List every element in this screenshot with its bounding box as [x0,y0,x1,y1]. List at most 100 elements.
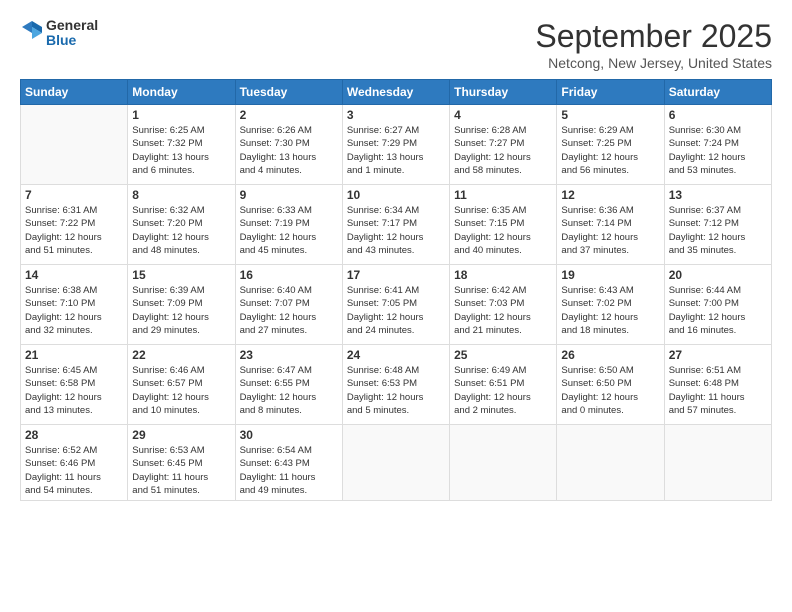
day-info: Sunrise: 6:46 AMSunset: 6:57 PMDaylight:… [132,364,230,417]
day-number: 13 [669,188,767,202]
calendar-cell-2-2: 8 Sunrise: 6:32 AMSunset: 7:20 PMDaylight… [128,185,235,265]
logo-text: General Blue [46,18,98,49]
weekday-header-friday: Friday [557,80,664,105]
day-number: 12 [561,188,659,202]
day-number: 7 [25,188,123,202]
week-row-5: 28 Sunrise: 6:52 AMSunset: 6:46 PMDayligh… [21,425,772,501]
header: General Blue September 2025 Netcong, New… [20,18,772,71]
calendar-cell-1-5: 4 Sunrise: 6:28 AMSunset: 7:27 PMDaylight… [450,105,557,185]
day-number: 17 [347,268,445,282]
day-number: 20 [669,268,767,282]
month-title: September 2025 [535,18,772,55]
day-number: 22 [132,348,230,362]
day-info: Sunrise: 6:38 AMSunset: 7:10 PMDaylight:… [25,284,123,337]
page: General Blue September 2025 Netcong, New… [0,0,792,612]
day-info: Sunrise: 6:52 AMSunset: 6:46 PMDaylight:… [25,444,123,497]
day-number: 1 [132,108,230,122]
day-info: Sunrise: 6:42 AMSunset: 7:03 PMDaylight:… [454,284,552,337]
logo-general-text: General [46,18,98,33]
calendar-cell-2-3: 9Sunrise: 6:33 AMSunset: 7:19 PMDaylight… [235,185,342,265]
day-number: 21 [25,348,123,362]
day-number: 23 [240,348,338,362]
day-number: 10 [347,188,445,202]
calendar-cell-4-2: 22 Sunrise: 6:46 AMSunset: 6:57 PMDayligh… [128,345,235,425]
calendar-cell-4-1: 21 Sunrise: 6:45 AMSunset: 6:58 PMDayligh… [21,345,128,425]
day-number: 6 [669,108,767,122]
day-number: 27 [669,348,767,362]
day-info: Sunrise: 6:47 AMSunset: 6:55 PMDaylight:… [240,364,338,417]
day-info: Sunrise: 6:39 AMSunset: 7:09 PMDaylight:… [132,284,230,337]
calendar-cell-2-7: 13 Sunrise: 6:37 AMSunset: 7:12 PMDayligh… [664,185,771,265]
calendar-cell-5-5 [450,425,557,501]
day-info: Sunrise: 6:48 AMSunset: 6:53 PMDaylight:… [347,364,445,417]
weekday-header-wednesday: Wednesday [342,80,449,105]
day-info: Sunrise: 6:31 AMSunset: 7:22 PMDaylight:… [25,204,123,257]
weekday-header-row: SundayMondayTuesdayWednesdayThursdayFrid… [21,80,772,105]
day-number: 30 [240,428,338,442]
calendar-cell-5-1: 28 Sunrise: 6:52 AMSunset: 6:46 PMDayligh… [21,425,128,501]
calendar-cell-2-4: 10 Sunrise: 6:34 AMSunset: 7:17 PMDayligh… [342,185,449,265]
calendar-cell-1-4: 3Sunrise: 6:27 AMSunset: 7:29 PMDaylight… [342,105,449,185]
calendar-cell-3-4: 17 Sunrise: 6:41 AMSunset: 7:05 PMDayligh… [342,265,449,345]
calendar-cell-3-1: 14Sunrise: 6:38 AMSunset: 7:10 PMDayligh… [21,265,128,345]
day-number: 18 [454,268,552,282]
calendar-cell-5-6 [557,425,664,501]
logo-blue-text: Blue [46,33,98,48]
day-info: Sunrise: 6:28 AMSunset: 7:27 PMDaylight:… [454,124,552,177]
day-info: Sunrise: 6:53 AMSunset: 6:45 PMDaylight:… [132,444,230,497]
day-number: 11 [454,188,552,202]
day-number: 28 [25,428,123,442]
day-info: Sunrise: 6:26 AMSunset: 7:30 PMDaylight:… [240,124,338,177]
day-info: Sunrise: 6:54 AMSunset: 6:43 PMDaylight:… [240,444,338,497]
day-info: Sunrise: 6:25 AMSunset: 7:32 PMDaylight:… [132,124,230,177]
calendar-cell-3-2: 15 Sunrise: 6:39 AMSunset: 7:09 PMDayligh… [128,265,235,345]
calendar-cell-4-3: 23 Sunrise: 6:47 AMSunset: 6:55 PMDayligh… [235,345,342,425]
day-info: Sunrise: 6:34 AMSunset: 7:17 PMDaylight:… [347,204,445,257]
day-number: 5 [561,108,659,122]
calendar-cell-4-6: 26Sunrise: 6:50 AMSunset: 6:50 PMDayligh… [557,345,664,425]
calendar-cell-4-7: 27Sunrise: 6:51 AMSunset: 6:48 PMDayligh… [664,345,771,425]
logo-icon [20,19,44,47]
day-info: Sunrise: 6:41 AMSunset: 7:05 PMDaylight:… [347,284,445,337]
calendar-cell-5-7 [664,425,771,501]
day-info: Sunrise: 6:37 AMSunset: 7:12 PMDaylight:… [669,204,767,257]
logo: General Blue [20,18,98,49]
calendar-cell-5-4 [342,425,449,501]
weekday-header-sunday: Sunday [21,80,128,105]
day-number: 4 [454,108,552,122]
weekday-header-thursday: Thursday [450,80,557,105]
location: Netcong, New Jersey, United States [535,55,772,71]
title-area: September 2025 Netcong, New Jersey, Unit… [535,18,772,71]
day-info: Sunrise: 6:30 AMSunset: 7:24 PMDaylight:… [669,124,767,177]
day-info: Sunrise: 6:40 AMSunset: 7:07 PMDaylight:… [240,284,338,337]
calendar-cell-3-3: 16Sunrise: 6:40 AMSunset: 7:07 PMDayligh… [235,265,342,345]
calendar-cell-3-7: 20Sunrise: 6:44 AMSunset: 7:00 PMDayligh… [664,265,771,345]
day-number: 29 [132,428,230,442]
day-info: Sunrise: 6:33 AMSunset: 7:19 PMDaylight:… [240,204,338,257]
day-number: 15 [132,268,230,282]
day-info: Sunrise: 6:43 AMSunset: 7:02 PMDaylight:… [561,284,659,337]
calendar-cell-5-2: 29 Sunrise: 6:53 AMSunset: 6:45 PMDayligh… [128,425,235,501]
calendar-cell-2-6: 12Sunrise: 6:36 AMSunset: 7:14 PMDayligh… [557,185,664,265]
week-row-1: 1 Sunrise: 6:25 AMSunset: 7:32 PMDaylight… [21,105,772,185]
calendar-cell-1-3: 2 Sunrise: 6:26 AMSunset: 7:30 PMDaylight… [235,105,342,185]
day-number: 25 [454,348,552,362]
day-info: Sunrise: 6:29 AMSunset: 7:25 PMDaylight:… [561,124,659,177]
day-info: Sunrise: 6:35 AMSunset: 7:15 PMDaylight:… [454,204,552,257]
calendar-cell-1-2: 1 Sunrise: 6:25 AMSunset: 7:32 PMDaylight… [128,105,235,185]
day-number: 26 [561,348,659,362]
day-info: Sunrise: 6:32 AMSunset: 7:20 PMDaylight:… [132,204,230,257]
week-row-4: 21 Sunrise: 6:45 AMSunset: 6:58 PMDayligh… [21,345,772,425]
day-info: Sunrise: 6:27 AMSunset: 7:29 PMDaylight:… [347,124,445,177]
calendar-cell-5-3: 30 Sunrise: 6:54 AMSunset: 6:43 PMDayligh… [235,425,342,501]
calendar-table: SundayMondayTuesdayWednesdayThursdayFrid… [20,79,772,501]
calendar-cell-1-6: 5 Sunrise: 6:29 AMSunset: 7:25 PMDaylight… [557,105,664,185]
calendar-cell-1-7: 6 Sunrise: 6:30 AMSunset: 7:24 PMDaylight… [664,105,771,185]
calendar-cell-4-5: 25 Sunrise: 6:49 AMSunset: 6:51 PMDayligh… [450,345,557,425]
day-number: 8 [132,188,230,202]
day-info: Sunrise: 6:49 AMSunset: 6:51 PMDaylight:… [454,364,552,417]
day-number: 2 [240,108,338,122]
week-row-3: 14Sunrise: 6:38 AMSunset: 7:10 PMDayligh… [21,265,772,345]
day-info: Sunrise: 6:45 AMSunset: 6:58 PMDaylight:… [25,364,123,417]
day-number: 19 [561,268,659,282]
